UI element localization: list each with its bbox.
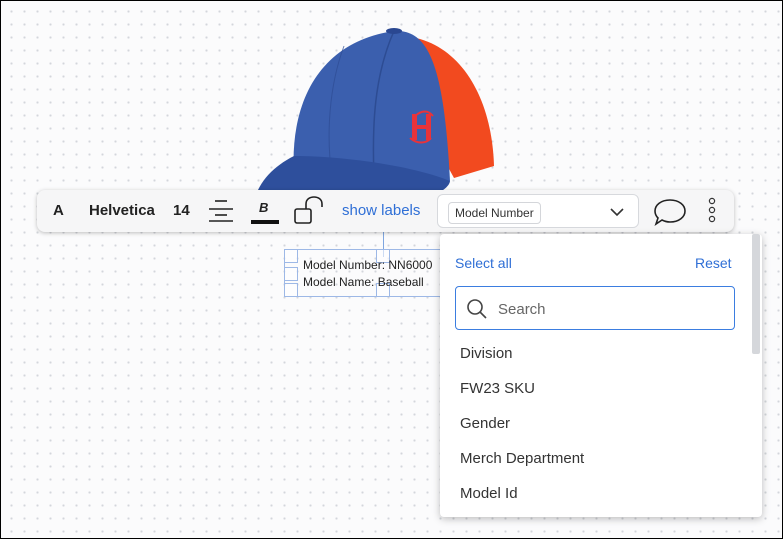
search-input[interactable] (496, 296, 720, 322)
more-vertical-icon[interactable] (707, 197, 717, 225)
field-dropdown-menu: Select all Reset Division FW23 SKU Gende… (440, 234, 762, 517)
label-formatting-toolbar: A Helvetica 14 B show labels Model Numbe… (37, 190, 734, 232)
resize-handle[interactable] (284, 283, 298, 297)
label-field-select[interactable]: Model Number (437, 194, 639, 228)
option-gender[interactable]: Gender (460, 415, 510, 432)
search-icon (467, 299, 487, 319)
label-line-model-number: Model Number: NN6000 (303, 258, 433, 272)
bold-text-color-icon[interactable]: B (249, 198, 281, 226)
resize-handle[interactable] (284, 267, 298, 281)
font-size-button[interactable]: 14 (173, 190, 190, 232)
show-labels-link[interactable]: show labels (342, 190, 420, 232)
reset-link[interactable]: Reset (695, 255, 732, 271)
chevron-down-icon (610, 208, 624, 217)
selected-field-chip: Model Number (448, 202, 541, 224)
option-model-id[interactable]: Model Id (460, 485, 518, 502)
option-division[interactable]: Division (460, 345, 513, 362)
font-family-button[interactable]: Helvetica (89, 190, 155, 232)
cap-product-image[interactable] (254, 6, 504, 206)
select-all-link[interactable]: Select all (455, 255, 512, 271)
svg-text:B: B (259, 200, 268, 215)
canvas: Model Number: NN6000 Model Name: Basebal… (0, 0, 783, 539)
font-style-button[interactable]: A (53, 190, 64, 232)
option-merch-department[interactable]: Merch Department (460, 450, 584, 467)
option-fw23-sku[interactable]: FW23 SKU (460, 380, 535, 397)
align-center-icon[interactable] (207, 199, 235, 223)
dropdown-scrollbar[interactable] (752, 234, 760, 354)
unlock-icon[interactable] (293, 196, 327, 226)
resize-handle[interactable] (284, 249, 298, 263)
comment-icon[interactable] (653, 197, 687, 227)
label-line-model-name: Model Name: Baseball (303, 275, 424, 289)
search-field[interactable] (455, 286, 735, 330)
product-label-text[interactable]: Model Number: NN6000 Model Name: Basebal… (303, 257, 443, 297)
